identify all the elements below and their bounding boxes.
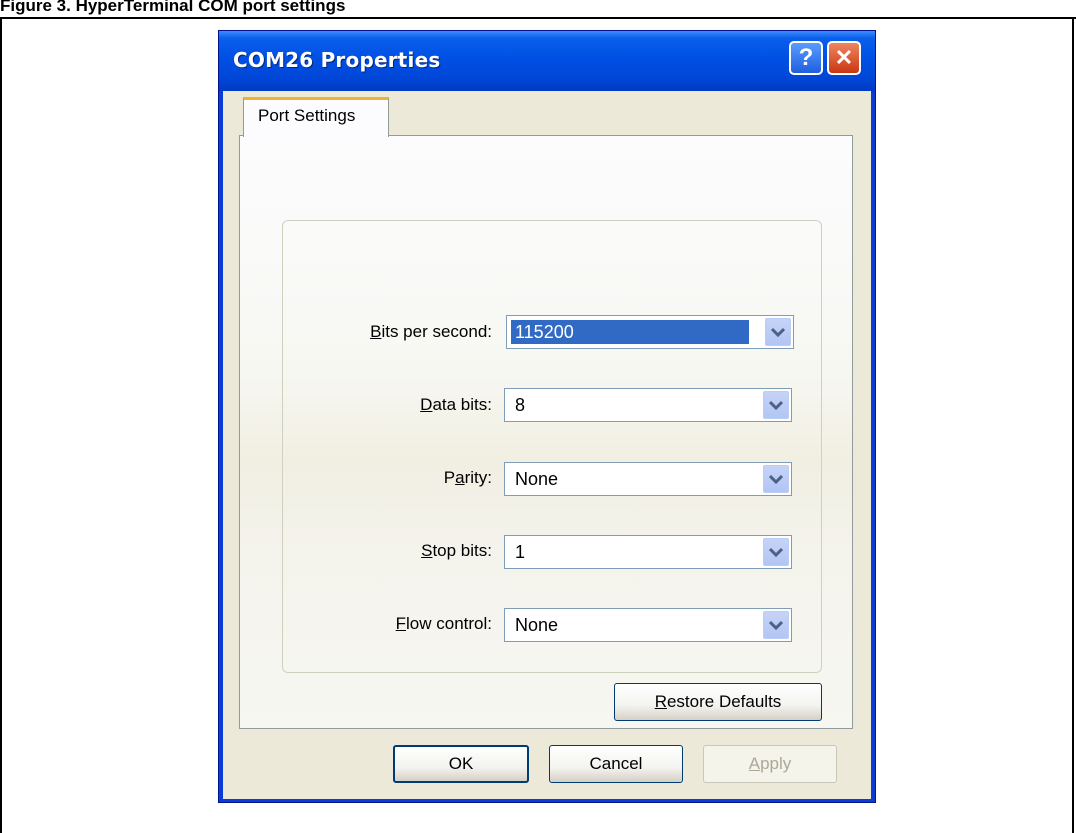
- flow-control-label: Flow control:: [254, 614, 492, 634]
- bits-per-second-select[interactable]: 115200: [506, 315, 794, 349]
- bits-per-second-hotkey: B: [370, 322, 382, 341]
- flow-control-hotkey: F: [395, 614, 407, 633]
- chevron-down-icon: [769, 474, 783, 484]
- parity-value: None: [515, 469, 559, 489]
- apply-button[interactable]: Apply: [703, 745, 837, 783]
- dialog-client-area: Port Settings Bits per second: 115200 Da…: [223, 91, 871, 799]
- bits-per-second-value: 115200: [511, 320, 749, 344]
- tab-port-settings[interactable]: Port Settings: [243, 97, 389, 137]
- data-bits-label-text: ata bits:: [432, 395, 492, 414]
- cancel-button[interactable]: Cancel: [549, 745, 683, 783]
- properties-dialog: COM26 Properties ? ✕ Port Settings Bits …: [218, 30, 876, 803]
- figure-caption: Figure 3. HyperTerminal COM port setting…: [0, 0, 346, 15]
- frame-top-line: [0, 17, 1076, 19]
- parity-hotkey: a: [455, 468, 465, 487]
- restore-hotkey: R: [654, 692, 667, 711]
- bits-per-second-dropdown-button[interactable]: [765, 318, 791, 346]
- bits-per-second-label-text: its per second:: [381, 322, 492, 341]
- apply-label-text: pply: [760, 754, 792, 773]
- parity-select[interactable]: None: [504, 462, 792, 496]
- stop-bits-hotkey: S: [421, 541, 433, 560]
- help-icon: ?: [798, 44, 814, 71]
- stop-bits-label-text: top bits:: [432, 541, 492, 560]
- window-title: COM26 Properties: [233, 48, 441, 72]
- parity-label: Parity:: [254, 468, 492, 488]
- tab-page-port-settings: Bits per second: 115200 Data bits: 8 Par…: [239, 135, 853, 729]
- flow-control-select[interactable]: None: [504, 608, 792, 642]
- help-button[interactable]: ?: [789, 41, 823, 75]
- parity-label-text: rity:: [464, 468, 492, 487]
- data-bits-label: Data bits:: [254, 395, 492, 415]
- restore-defaults-button[interactable]: Restore Defaults: [614, 683, 822, 721]
- title-bar[interactable]: COM26 Properties ? ✕: [219, 31, 875, 91]
- chevron-down-icon: [771, 327, 785, 337]
- stop-bits-label: Stop bits:: [254, 541, 492, 561]
- stop-bits-select[interactable]: 1: [504, 535, 792, 569]
- stop-bits-value: 1: [515, 542, 526, 562]
- data-bits-value: 8: [515, 395, 526, 415]
- frame-right-line: [1072, 17, 1074, 833]
- data-bits-hotkey: D: [420, 395, 433, 414]
- chevron-down-icon: [769, 400, 783, 410]
- apply-hotkey: A: [748, 754, 761, 773]
- flow-control-value: None: [515, 615, 559, 635]
- settings-group: [282, 220, 822, 673]
- restore-label-text: estore Defaults: [666, 692, 782, 711]
- stop-bits-dropdown-button[interactable]: [763, 538, 789, 566]
- flow-control-dropdown-button[interactable]: [763, 611, 789, 639]
- bits-per-second-label: Bits per second:: [254, 322, 492, 342]
- flow-control-label-text: low control:: [406, 614, 492, 633]
- close-button[interactable]: ✕: [827, 41, 861, 75]
- chevron-down-icon: [769, 547, 783, 557]
- chevron-down-icon: [769, 620, 783, 630]
- data-bits-dropdown-button[interactable]: [763, 391, 789, 419]
- ok-button[interactable]: OK: [393, 745, 529, 783]
- parity-dropdown-button[interactable]: [763, 465, 789, 493]
- data-bits-select[interactable]: 8: [504, 388, 792, 422]
- close-icon: ✕: [834, 45, 854, 70]
- frame-left-line: [0, 17, 2, 833]
- parity-label-prefix: P: [443, 468, 456, 487]
